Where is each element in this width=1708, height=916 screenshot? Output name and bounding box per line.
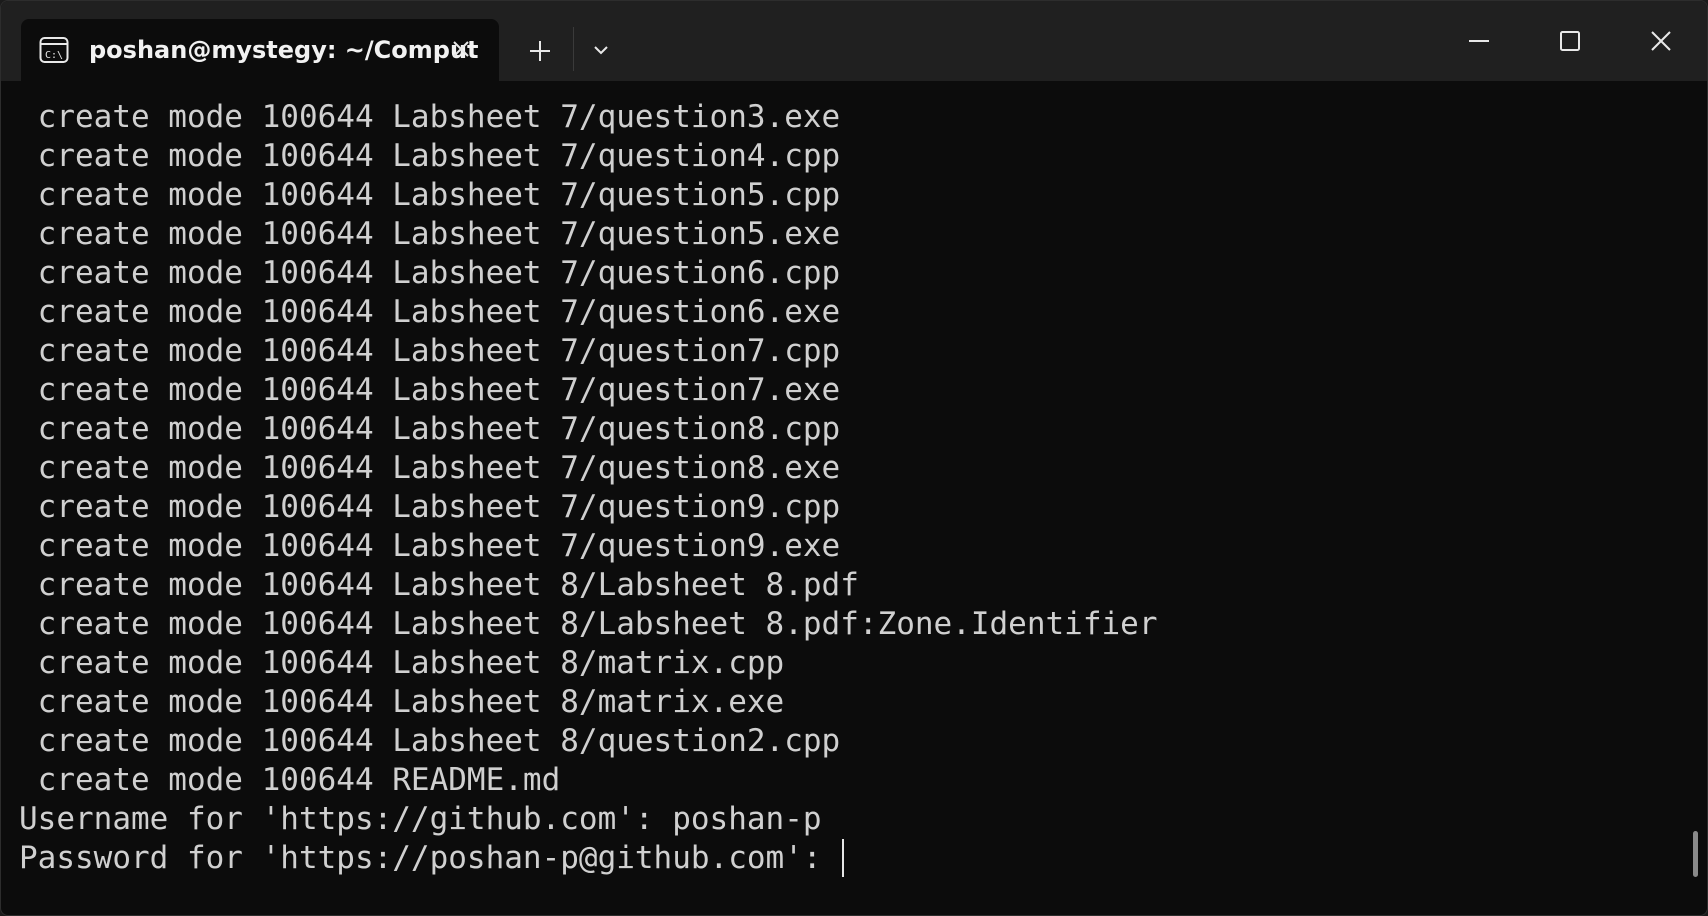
- terminal-line: create mode 100644 Labsheet 7/question9.…: [19, 489, 841, 525]
- terminal-line: create mode 100644 Labsheet 7/question5.…: [19, 177, 841, 213]
- title-bar[interactable]: C:\ poshan@mystegy: ~/Comput: [1, 1, 1707, 81]
- terminal-line: create mode 100644 Labsheet 8/matrix.exe: [19, 684, 785, 720]
- terminal-line: create mode 100644 Labsheet 7/question3.…: [19, 99, 841, 135]
- terminal-line: create mode 100644 Labsheet 7/question6.…: [19, 294, 841, 330]
- username-prompt-line: Username for 'https://github.com': posha…: [19, 801, 822, 837]
- terminal-line: create mode 100644 Labsheet 7/question8.…: [19, 411, 841, 447]
- terminal-line: create mode 100644 Labsheet 8/Labsheet 8…: [19, 567, 859, 603]
- terminal-line: create mode 100644 Labsheet 8/question2.…: [19, 723, 841, 759]
- terminal-icon: C:\: [39, 37, 69, 63]
- terminal-line: create mode 100644 Labsheet 7/question7.…: [19, 372, 841, 408]
- terminal-line: create mode 100644 Labsheet 7/question5.…: [19, 216, 841, 252]
- scrollbar-thumb[interactable]: [1693, 831, 1698, 877]
- terminal-line: create mode 100644 Labsheet 7/question9.…: [19, 528, 841, 564]
- maximize-icon[interactable]: [1550, 21, 1590, 61]
- terminal-line: create mode 100644 README.md: [19, 762, 561, 798]
- svg-text:C:\: C:\: [45, 50, 63, 61]
- terminal-line: create mode 100644 Labsheet 7/question4.…: [19, 138, 841, 174]
- tab-active[interactable]: C:\ poshan@mystegy: ~/Comput: [21, 19, 499, 81]
- password-prompt-line[interactable]: Password for 'https://poshan-p@github.co…: [1, 839, 1681, 878]
- close-icon[interactable]: [1641, 21, 1681, 61]
- terminal-line: create mode 100644 Labsheet 7/question7.…: [19, 333, 841, 369]
- terminal-window: C:\ poshan@mystegy: ~/Comput create mode…: [0, 0, 1708, 916]
- terminal-line: create mode 100644 Labsheet 7/question8.…: [19, 450, 841, 486]
- chevron-down-icon[interactable]: [587, 37, 615, 63]
- close-icon[interactable]: [447, 35, 475, 63]
- plus-icon[interactable]: [523, 35, 557, 65]
- password-prompt-text: Password for 'https://poshan-p@github.co…: [19, 840, 841, 876]
- text-cursor: [842, 839, 845, 877]
- tab-title: poshan@mystegy: ~/Comput: [89, 36, 479, 64]
- terminal-line: create mode 100644 Labsheet 8/matrix.cpp: [19, 645, 785, 681]
- terminal-line: create mode 100644 Labsheet 8/Labsheet 8…: [19, 606, 1158, 642]
- terminal-output[interactable]: create mode 100644 Labsheet 7/question3.…: [1, 81, 1681, 915]
- terminal-line: create mode 100644 Labsheet 7/question6.…: [19, 255, 841, 291]
- tab-separator: [573, 27, 574, 71]
- minimize-icon[interactable]: [1459, 21, 1499, 61]
